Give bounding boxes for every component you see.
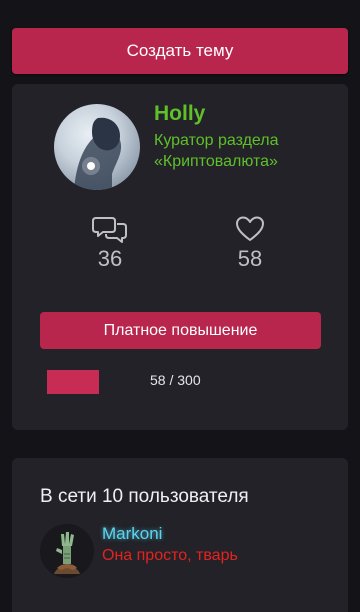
online-users-card: В сети 10 пользователя Markoni Она прост… <box>12 458 348 612</box>
comments-icon <box>70 214 150 244</box>
member-avatar[interactable] <box>40 524 94 578</box>
member-status: Она просто, тварь <box>102 547 238 564</box>
user-role: Куратор раздела «Криптовалюта» <box>154 132 279 170</box>
create-topic-button[interactable]: Создать тему <box>12 28 348 74</box>
heart-icon <box>210 214 290 244</box>
likes-stat[interactable]: 58 <box>210 214 290 272</box>
avatar-image <box>74 117 122 190</box>
progress-bar <box>47 370 99 394</box>
user-avatar[interactable] <box>54 104 140 190</box>
member-name-link[interactable]: Markoni <box>102 524 162 544</box>
user-name[interactable]: Holly <box>154 102 205 126</box>
progress-text: 58 / 300 <box>150 372 201 388</box>
messages-stat[interactable]: 36 <box>70 214 150 272</box>
zombie-hand-icon <box>40 524 94 578</box>
online-users-title: В сети 10 пользователя <box>40 486 249 507</box>
paid-promotion-button[interactable]: Платное повышение <box>40 312 321 349</box>
profile-card: Holly Куратор раздела «Криптовалюта» 36 … <box>12 84 348 430</box>
likes-count: 58 <box>237 246 263 271</box>
messages-count: 36 <box>97 246 123 271</box>
progress-fill <box>47 370 99 394</box>
